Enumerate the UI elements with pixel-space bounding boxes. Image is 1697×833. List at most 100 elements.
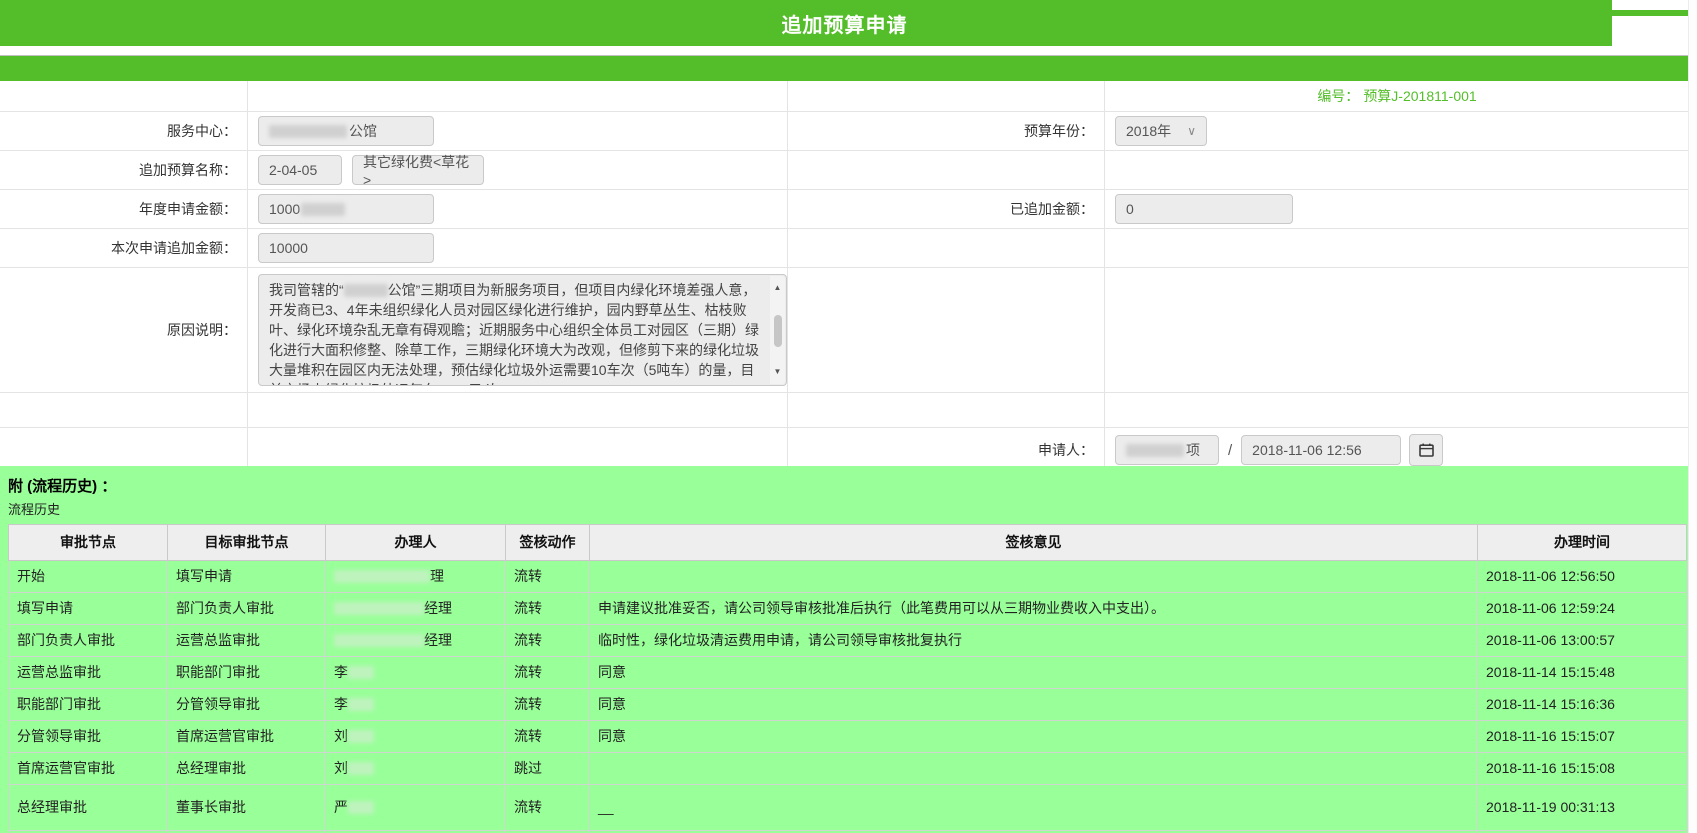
- redacted-text: [1126, 444, 1184, 457]
- redacted-text: [344, 284, 388, 297]
- cell-action: 流转: [506, 561, 590, 593]
- cell-target-node: 填写申请: [168, 561, 326, 593]
- cell-target-node: 董事长审批: [168, 785, 326, 831]
- added-amount-label: 已追加金额：: [788, 190, 1105, 228]
- doc-number-row: 编号： 预算J-201811-001: [0, 81, 1689, 112]
- doc-number-value: 预算J-201811-001: [1363, 86, 1476, 106]
- corner-notch-top: [1612, 0, 1689, 10]
- reason-textarea[interactable]: 我司管辖的“公馆”三期项目为新服务项目，但项目内绿化环境差强人意，开发商已3、4…: [258, 274, 787, 386]
- redacted-name: [334, 602, 424, 615]
- cell-comment: 临时性，绿化垃圾清运费用申请，请公司领导审核批复执行: [590, 625, 1478, 657]
- cell-time: 2018-11-16 15:15:08: [1478, 753, 1687, 785]
- empty-cell: [788, 229, 1105, 267]
- request-amount-input[interactable]: 10000: [258, 233, 434, 263]
- page: 追加预算申请 编号： 预算J-201811-001 服务中心： 公馆 预算年份：: [0, 0, 1697, 833]
- budget-year-select[interactable]: 2018年 ∨: [1115, 116, 1207, 146]
- request-amount-value: 10000: [269, 240, 308, 256]
- cell-approval-node: 开始: [9, 561, 168, 593]
- green-strip: [0, 56, 1689, 81]
- table-row: 开始填写申请理流转2018-11-06 12:56:50: [9, 561, 1687, 593]
- cell-approval-node: 职能部门审批: [9, 689, 168, 721]
- cell-comment: 同意: [590, 689, 1478, 721]
- cell-target-node: 总经理审批: [168, 753, 326, 785]
- applicant-input[interactable]: 项: [1115, 435, 1219, 465]
- added-amount-input[interactable]: 0: [1115, 194, 1293, 224]
- cell-comment: [590, 753, 1478, 785]
- page-scrollbar[interactable]: [1688, 0, 1697, 833]
- cell-time: 2018-11-14 15:15:48: [1478, 657, 1687, 689]
- empty-cell: [1105, 151, 1689, 189]
- cell-handler: 理: [326, 561, 506, 593]
- scroll-down-icon: ▼: [774, 362, 782, 382]
- column-header: 审批节点: [9, 525, 168, 561]
- budget-name-input[interactable]: 其它绿化费<草花>: [352, 155, 484, 185]
- empty-cell: [788, 393, 1105, 427]
- cell-action: 跳过: [506, 753, 590, 785]
- applicant-value: 项: [1186, 440, 1200, 460]
- cell-action: 流转: [506, 785, 590, 831]
- column-header: 办理人: [326, 525, 506, 561]
- empty-cell: [0, 393, 248, 427]
- cell-comment: 同意: [590, 657, 1478, 689]
- redacted-name: [348, 666, 374, 679]
- annual-amount-label: 年度申请金额：: [0, 190, 248, 228]
- cell-comment: [590, 561, 1478, 593]
- cell-action: 流转: [506, 721, 590, 753]
- applicant-date-input[interactable]: 2018-11-06 12:56: [1241, 435, 1401, 465]
- cell-time: 2018-11-06 12:59:24: [1478, 593, 1687, 625]
- table-row: 运营总监审批职能部门审批李流转同意2018-11-14 15:15:48: [9, 657, 1687, 689]
- textarea-scroll-thumb[interactable]: [774, 315, 782, 347]
- cell-time: 2018-11-14 15:16:36: [1478, 689, 1687, 721]
- empty-cell: [1105, 268, 1689, 392]
- empty-cell: [248, 393, 788, 427]
- cell-handler: 刘: [326, 753, 506, 785]
- budget-name-label: 追加预算名称：: [0, 151, 248, 189]
- cell-action: 流转: [506, 593, 590, 625]
- column-header: 目标审批节点: [168, 525, 326, 561]
- field-cell: 10000: [248, 229, 788, 267]
- field-cell: 0: [1105, 190, 1689, 228]
- history-subtitle: 流程历史: [8, 502, 1689, 518]
- budget-form: 编号： 预算J-201811-001 服务中心： 公馆 预算年份： 2018年 …: [0, 81, 1689, 473]
- service-center-label: 服务中心：: [0, 112, 248, 150]
- redacted-name: [348, 801, 374, 814]
- column-header: 签核意见: [590, 525, 1478, 561]
- service-center-input[interactable]: 公馆: [258, 116, 434, 146]
- budget-name-value: 其它绿化费<草花>: [363, 152, 473, 188]
- history-section: 附 (流程历史) ： 流程历史 审批节点目标审批节点办理人签核动作签核意见办理时…: [0, 466, 1689, 833]
- applicant-date-value: 2018-11-06 12:56: [1252, 442, 1362, 458]
- calendar-button[interactable]: [1409, 434, 1443, 466]
- cell-approval-node: 分管领导审批: [9, 721, 168, 753]
- calendar-icon: [1419, 443, 1434, 457]
- empty-cell: [248, 81, 788, 111]
- budget-name-row: 追加预算名称： 2-04-05 其它绿化费<草花>: [0, 151, 1689, 190]
- chevron-down-icon: ∨: [1187, 124, 1196, 138]
- cell-time: 2018-11-16 15:15:07: [1478, 721, 1687, 753]
- reason-text-part1: 我司管辖的“: [269, 282, 344, 298]
- redacted-text: [301, 203, 345, 216]
- empty-cell: [1105, 229, 1689, 267]
- history-table-body: 开始填写申请理流转2018-11-06 12:56:50填写申请部门负责人审批经…: [9, 561, 1687, 833]
- annual-amount-input[interactable]: 1000: [258, 194, 434, 224]
- field-cell: 1000: [248, 190, 788, 228]
- applicant-separator: /: [1228, 442, 1232, 459]
- history-section-title: 附 (流程历史) ：: [8, 478, 1689, 496]
- corner-notch-bottom: [1612, 16, 1689, 46]
- reason-label: 原因说明：: [0, 268, 248, 392]
- doc-number: 编号： 预算J-201811-001: [1105, 81, 1689, 111]
- field-cell: 公馆: [248, 112, 788, 150]
- cell-action: 流转: [506, 625, 590, 657]
- column-header: 签核动作: [506, 525, 590, 561]
- table-row: 首席运营官审批总经理审批刘跳过2018-11-16 15:15:08: [9, 753, 1687, 785]
- cell-target-node: 分管领导审批: [168, 689, 326, 721]
- cell-handler: 严: [326, 785, 506, 831]
- header-divider: [0, 46, 1689, 56]
- service-center-value: 公馆: [349, 121, 377, 141]
- column-header: 办理时间: [1478, 525, 1687, 561]
- cell-handler: 刘: [326, 721, 506, 753]
- cell-approval-node: 填写申请: [9, 593, 168, 625]
- redacted-name: [348, 698, 374, 711]
- scroll-up-icon: ▲: [774, 278, 782, 298]
- budget-code-input[interactable]: 2-04-05: [258, 155, 342, 185]
- redacted-name: [334, 570, 430, 583]
